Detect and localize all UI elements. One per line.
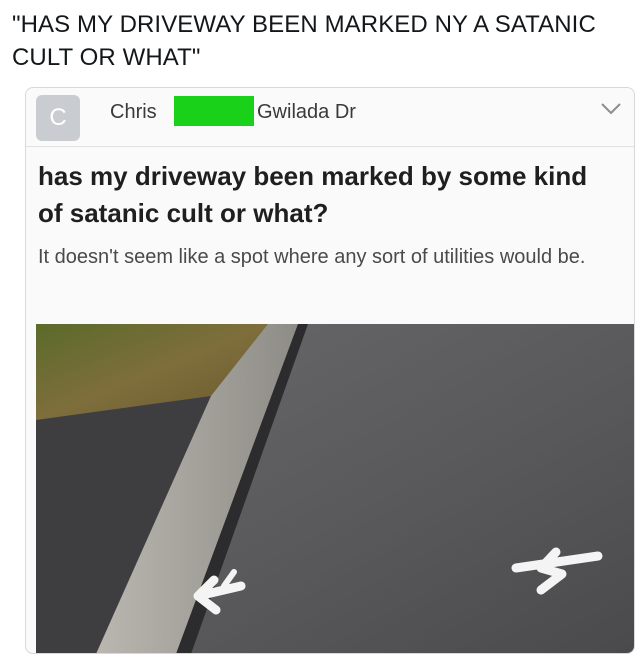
post-title: has my driveway been marked by some kind… (38, 161, 588, 228)
post-photo[interactable] (36, 324, 634, 654)
post-body: It doesn't seem like a spot where any so… (38, 246, 586, 268)
post-card: C Chris Gwilada Dr has my driveway been … (25, 87, 635, 654)
caption-text: "HAS MY DRIVEWAY BEEN MARKED NY A SATANI… (12, 11, 596, 71)
header-divider (26, 146, 634, 147)
avatar[interactable]: C (36, 95, 80, 141)
redaction-box (174, 96, 254, 126)
author-street[interactable]: Gwilada Dr (257, 101, 356, 124)
author-name[interactable]: Chris (110, 101, 157, 124)
post-header: C Chris Gwilada Dr (26, 88, 634, 146)
chevron-down-icon[interactable] (600, 102, 622, 116)
